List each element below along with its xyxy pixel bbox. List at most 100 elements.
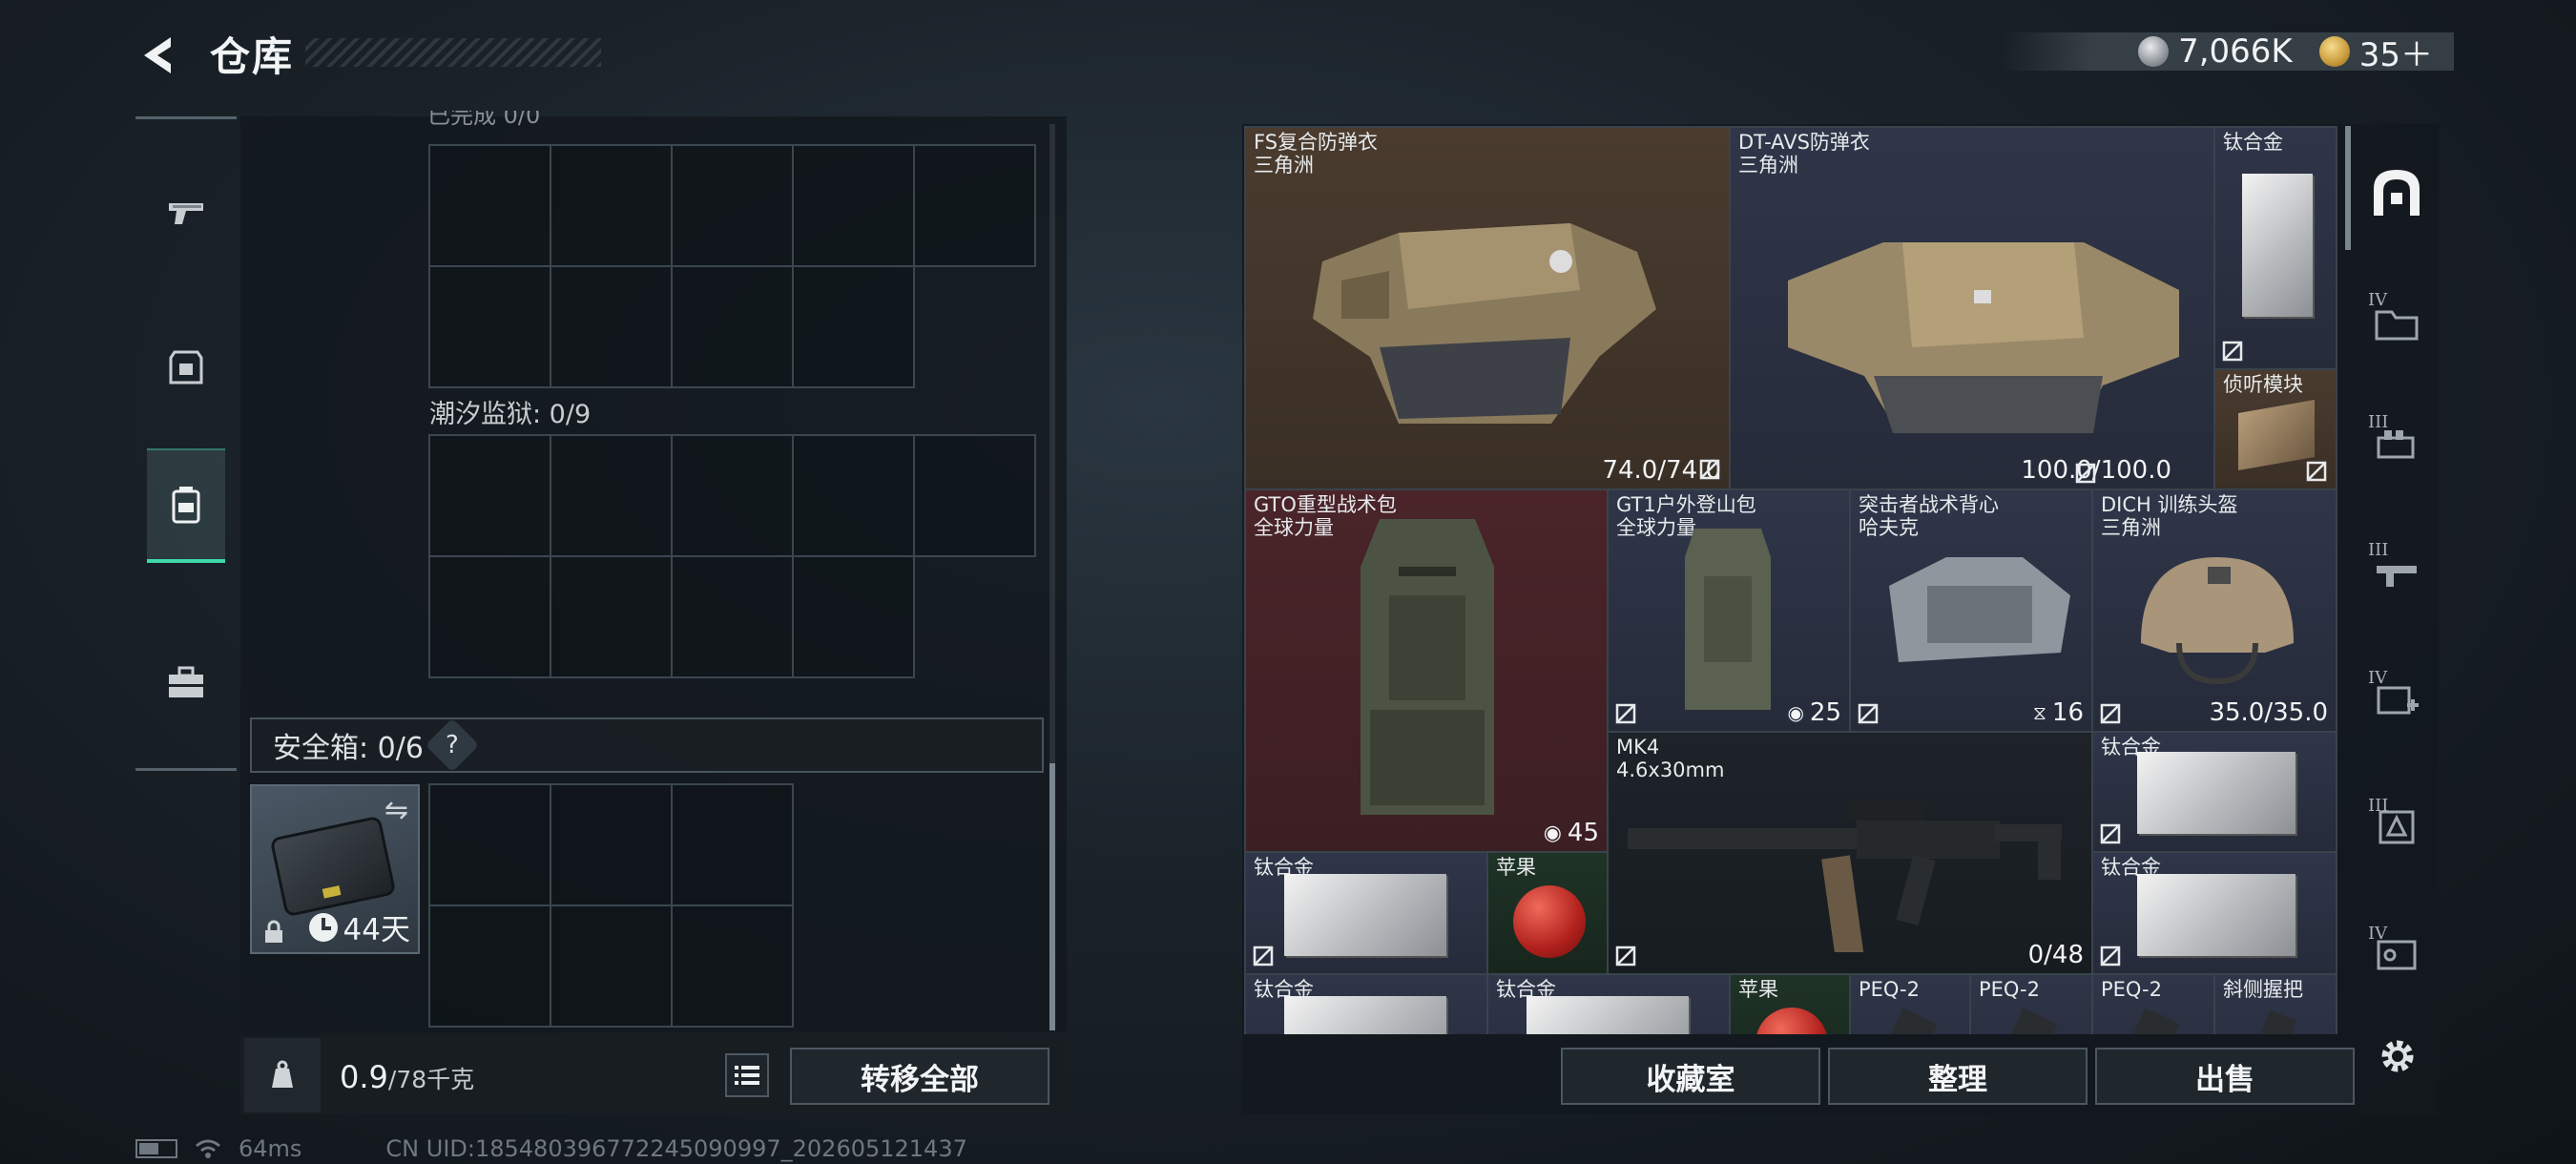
grid-cell[interactable] bbox=[671, 144, 794, 267]
filter-tier-3-armor[interactable]: III bbox=[2364, 794, 2429, 859]
item-listening-module[interactable]: 侦听模块 bbox=[2213, 368, 2337, 490]
peq-image bbox=[2121, 1008, 2180, 1034]
rail-item-backpack[interactable] bbox=[147, 448, 225, 563]
item-fs-composite-vest[interactable]: FS复合防弹衣 三角洲 74.0/74.0 bbox=[1244, 126, 1731, 490]
grid-cell[interactable] bbox=[550, 555, 673, 678]
filter-tier-4-medical[interactable]: IV bbox=[2364, 666, 2429, 731]
capacity-icon: ⧖ bbox=[2032, 701, 2046, 724]
item-name: 侦听模块 bbox=[2223, 373, 2303, 396]
item-mk4-rifle[interactable]: MK4 4.6x30mm 0/48 bbox=[1607, 731, 2093, 975]
grid-cell[interactable] bbox=[671, 265, 794, 388]
grid-cell[interactable] bbox=[792, 144, 915, 267]
grid-cell[interactable] bbox=[550, 434, 673, 557]
item-dt-avs-vest[interactable]: DT-AVS防弹衣 三角洲 100.0/100.0 bbox=[1729, 126, 2215, 490]
item-peq2[interactable]: PEQ-2 bbox=[1969, 973, 2093, 1034]
settings-button[interactable] bbox=[2370, 1029, 2425, 1084]
capacity-value: 45 bbox=[1567, 819, 1599, 847]
item-peq2[interactable]: PEQ-2 bbox=[1849, 973, 1971, 1034]
list-view-button[interactable] bbox=[725, 1053, 769, 1097]
grid-cell[interactable] bbox=[792, 434, 915, 557]
grid-cell[interactable] bbox=[913, 434, 1036, 557]
item-gto-heavy-tactical-bag[interactable]: GTO重型战术包 全球力量 ◉ 45 bbox=[1244, 488, 1609, 853]
backpack-image bbox=[1361, 519, 1494, 815]
rail-item-equipment[interactable] bbox=[147, 310, 225, 425]
grid-cell[interactable] bbox=[428, 555, 551, 678]
grid-cell[interactable] bbox=[550, 265, 673, 388]
item-gt1-hiking-bag[interactable]: GT1户外登山包 全球力量 ◉ 25 bbox=[1607, 488, 1851, 733]
item-name: 苹果 bbox=[1496, 856, 1536, 879]
sort-button[interactable]: 整理 bbox=[1828, 1048, 2088, 1105]
help-button[interactable]: ? bbox=[425, 717, 480, 773]
untradeable-icon bbox=[2100, 703, 2121, 724]
untradeable-icon bbox=[2100, 946, 2121, 967]
rail-item-weapons[interactable] bbox=[147, 156, 225, 270]
transfer-all-button[interactable]: 转移全部 bbox=[790, 1048, 1049, 1105]
item-titanium-alloy[interactable]: 钛合金 bbox=[1486, 973, 1731, 1034]
grid-cell[interactable] bbox=[671, 555, 794, 678]
gold-currency-value[interactable]: 35＋ bbox=[2359, 29, 2433, 75]
item-peq2[interactable]: PEQ-2 bbox=[2091, 973, 2215, 1034]
grid-cell[interactable] bbox=[428, 783, 551, 906]
peq-image bbox=[1999, 1008, 2058, 1034]
item-titanium-alloy[interactable]: 钛合金 bbox=[2213, 126, 2337, 370]
untradeable-icon bbox=[1615, 703, 1636, 724]
cut-section-label: 已完成 0/0 bbox=[427, 111, 541, 126]
capacity-value: 16 bbox=[2051, 698, 2084, 727]
sell-button[interactable]: 出售 bbox=[2095, 1048, 2355, 1105]
filter-tier-3-weapon[interactable]: III bbox=[2364, 538, 2429, 603]
grid-cell[interactable] bbox=[792, 555, 915, 678]
weight-max: /78千克 bbox=[387, 1066, 475, 1093]
grid-cell-empty bbox=[913, 555, 1036, 678]
grid-cell[interactable] bbox=[550, 144, 673, 267]
status-bar: 64ms CN UID:185480396772245090997_202605… bbox=[135, 1135, 967, 1162]
grid-cell[interactable] bbox=[428, 904, 551, 1028]
rail-item-tools[interactable] bbox=[147, 625, 225, 739]
item-subtitle: 三角洲 bbox=[1738, 154, 1798, 177]
grid-cell[interactable] bbox=[550, 783, 673, 906]
apple-image bbox=[1513, 885, 1586, 958]
item-raider-tactical-vest[interactable]: 突击者战术背心 哈夫克 ⧖ 16 bbox=[1849, 488, 2093, 733]
item-subtitle: 三角洲 bbox=[1254, 154, 1314, 177]
list-icon bbox=[735, 1066, 759, 1085]
swap-icon[interactable]: ⇋ bbox=[384, 794, 408, 827]
item-apple[interactable]: 苹果 bbox=[1486, 851, 1609, 975]
item-titanium-alloy[interactable]: 钛合金 bbox=[1244, 851, 1488, 975]
inventory-scroll-thumb[interactable] bbox=[2345, 126, 2351, 250]
filter-tier-4-key[interactable]: IV bbox=[2364, 922, 2429, 987]
silver-coin-icon bbox=[2138, 36, 2170, 67]
gold-coin-icon bbox=[2318, 36, 2350, 67]
grid-cell[interactable] bbox=[671, 434, 794, 557]
filter-all[interactable] bbox=[2364, 160, 2429, 225]
grid-cell[interactable] bbox=[428, 144, 551, 267]
stash-scroll-thumb[interactable] bbox=[1049, 763, 1055, 1030]
grid-cell[interactable] bbox=[428, 434, 551, 557]
grid-cell[interactable] bbox=[428, 265, 551, 388]
case-timer-value: 44天 bbox=[343, 913, 410, 947]
untradeable-icon bbox=[2306, 461, 2327, 482]
item-capacity: ◉ 25 bbox=[1787, 698, 1841, 727]
grid-cell[interactable] bbox=[671, 783, 794, 906]
grid-cell[interactable] bbox=[792, 265, 915, 388]
tier-label: III bbox=[2368, 540, 2389, 560]
filter-tier-4-folder[interactable]: IV bbox=[2364, 288, 2429, 353]
collection-room-button[interactable]: 收藏室 bbox=[1561, 1048, 1820, 1105]
item-titanium-alloy[interactable]: 钛合金 bbox=[1244, 973, 1488, 1034]
grid-cell[interactable] bbox=[913, 144, 1036, 267]
item-dich-training-helmet[interactable]: DICH 训练头盔 三角洲 35.0/35.0 bbox=[2091, 488, 2337, 733]
grip-image bbox=[2250, 1009, 2297, 1034]
helmet-image bbox=[2141, 557, 2294, 685]
item-titanium-alloy[interactable]: 钛合金 bbox=[2091, 851, 2337, 975]
titanium-plate-image bbox=[1284, 996, 1446, 1034]
vest-image bbox=[1788, 242, 2179, 433]
item-titanium-alloy[interactable]: 钛合金 bbox=[2091, 731, 2337, 853]
tier-label: IV bbox=[2368, 924, 2388, 944]
back-button[interactable] bbox=[132, 29, 185, 82]
filter-tier-3-ammo[interactable]: III bbox=[2364, 410, 2429, 475]
item-apple[interactable]: 苹果 bbox=[1729, 973, 1851, 1034]
grid-cell[interactable] bbox=[671, 904, 794, 1028]
grid-cell[interactable] bbox=[550, 904, 673, 1028]
clock-icon bbox=[308, 912, 338, 942]
safe-box-case[interactable]: ⇋ 44天 bbox=[250, 784, 420, 954]
item-angled-grip[interactable]: 斜侧握把 bbox=[2213, 973, 2337, 1034]
vest-image bbox=[1313, 223, 1656, 424]
